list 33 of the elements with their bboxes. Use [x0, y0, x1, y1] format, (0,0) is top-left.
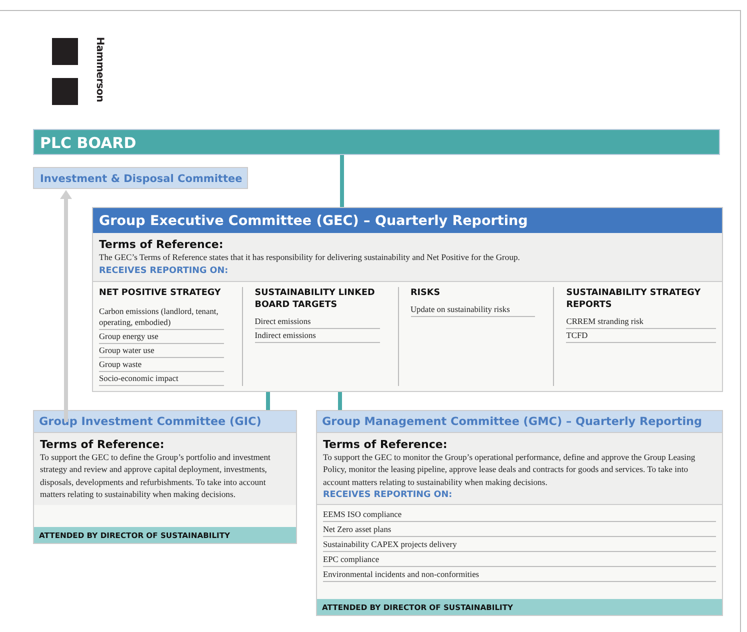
terms-heading: Terms of Reference: [99, 238, 224, 251]
report-item: Environmental incidents and non-conformities [323, 567, 716, 582]
report-item: Indirect emissions [254, 328, 380, 342]
column-heading: SUSTAINABILITY STRATEGY REPORTS [566, 286, 702, 310]
column-heading: RISKS [410, 286, 442, 298]
board-header: PLC BOARD [33, 129, 720, 155]
report-item: Carbon emissions (landlord, tenant, operating, embodied) [99, 304, 224, 330]
report-item: Group energy use [99, 330, 224, 344]
report-item: Net Zero asset plans [323, 522, 716, 537]
report-item: Socio-economic impact [99, 372, 224, 386]
report-item: Group waste [99, 358, 224, 372]
report-item: Group water use [99, 344, 224, 358]
column-heading: NET POSITIVE STRATEGY [99, 286, 222, 298]
column-heading: SUSTAINABILITY LINKED BOARD TARGETS [254, 286, 376, 310]
reporting-heading: RECEIVES REPORTING ON: [323, 490, 454, 500]
terms-text: The GEC’s Terms of Reference states that it has responsibility for delivering sustainability and Net Positive for the Group. [99, 251, 521, 264]
terms-text: To support the GEC to monitor the Group’s operational performance, define and approve the Group Leasing Policy, monitor the leasing pipeline, approve lease deals and contracts for goods and services. To take into account matters relating to sustainability when making decisions. [323, 450, 696, 488]
committee-label: Investment & Disposal Committee [33, 167, 248, 189]
committee-header: Group Executive Committee (GEC) – Quarterly Reporting [93, 208, 722, 233]
report-item: Direct emissions [254, 314, 380, 328]
committee-header: Group Management Committee (GMC) – Quarterly Reporting [317, 410, 722, 432]
logo-wordmark: Hammerson [94, 37, 104, 104]
report-item: EPC compliance [323, 552, 716, 567]
reporting-heading: RECEIVES REPORTING ON: [99, 266, 230, 276]
report-item: EEMS ISO compliance [323, 507, 716, 522]
report-item: Sustainability CAPEX projects delivery [323, 537, 716, 552]
report-item: CRREM stranding risk [566, 314, 716, 328]
committee-header: Group Investment Committee (GIC) [34, 410, 296, 432]
terms-heading: Terms of Reference: [323, 438, 448, 450]
report-item: Update on sustainability risks [410, 302, 536, 316]
terms-text: To support the GEC to define the Group’s portfolio and investment strategy and review and approve capital deployment, investments, disposals, developments and refurbishments. To take into account matters relating to sustainability when making decisions. [40, 450, 272, 500]
report-item: TCFD [566, 328, 716, 342]
terms-heading: Terms of Reference: [40, 438, 166, 450]
